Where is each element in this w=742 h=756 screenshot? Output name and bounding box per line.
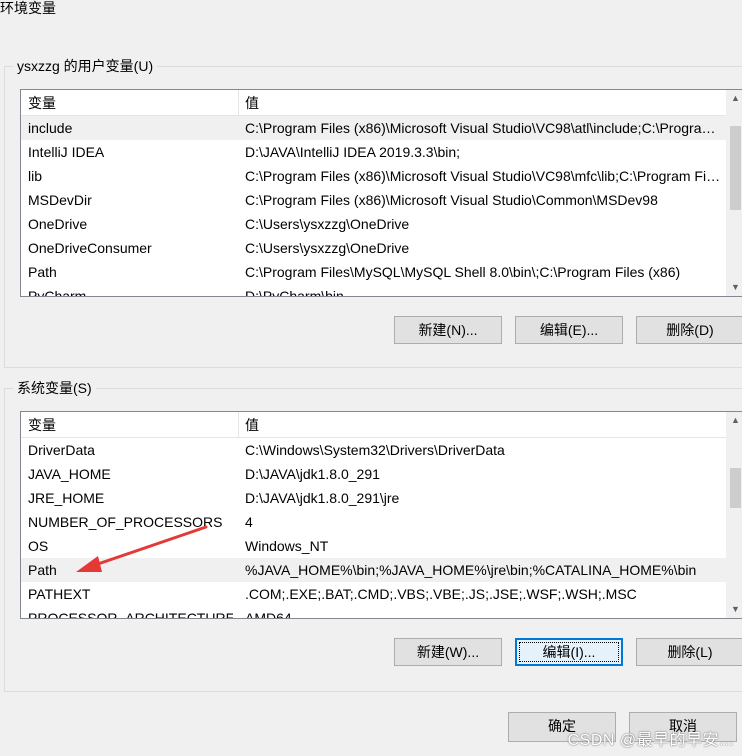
user-variable-name: MSDevDir xyxy=(28,192,92,208)
system-variable-value: D:\JAVA\jdk1.8.0_291 xyxy=(245,466,380,482)
system-variables-list[interactable]: 变量 值 DriverData C:\Windows\System32\Drive… xyxy=(20,411,742,619)
scroll-up-icon[interactable]: ▲ xyxy=(727,90,742,107)
table-row[interactable]: include C:\Program Files (x86)\Microsoft … xyxy=(21,116,726,140)
user-variable-name: IntelliJ IDEA xyxy=(28,144,105,160)
system-list-scrollbar[interactable]: ▲ ▼ xyxy=(726,412,742,618)
system-edit-button[interactable]: 编辑(I)... xyxy=(515,638,623,666)
user-variable-name: Path xyxy=(28,264,57,280)
system-variable-value: C:\Windows\System32\Drivers\DriverData xyxy=(245,442,505,458)
table-row[interactable]: Path %JAVA_HOME%\bin;%JAVA_HOME%\jre\bin;… xyxy=(21,558,726,582)
system-variables-group: 系统变量(S) 变量 值 DriverData C:\Windows\System… xyxy=(4,379,742,692)
table-row[interactable]: OneDrive C:\Users\ysxzzg\OneDrive xyxy=(21,212,726,236)
system-variables-label: 系统变量(S) xyxy=(13,379,96,397)
user-variable-name: include xyxy=(28,120,73,136)
table-row[interactable]: DriverData C:\Windows\System32\Drivers\Dr… xyxy=(21,438,726,462)
user-variable-value: C:\Program Files (x86)\Microsoft Visual … xyxy=(245,168,723,184)
system-variable-name: JRE_HOME xyxy=(28,490,105,506)
table-row[interactable]: IntelliJ IDEA D:\JAVA\IntelliJ IDEA 2019.… xyxy=(21,140,726,164)
system-variable-value: AMD64 xyxy=(245,610,292,619)
scroll-down-icon[interactable]: ▼ xyxy=(727,279,742,296)
scrollbar-thumb[interactable] xyxy=(730,126,741,210)
user-variable-value: C:\Users\ysxzzg\OneDrive xyxy=(245,216,410,232)
scroll-up-icon[interactable]: ▲ xyxy=(727,412,742,429)
scroll-down-icon[interactable]: ▼ xyxy=(727,601,742,618)
watermark: CSDN @最早的早安... xyxy=(567,732,734,749)
list-header: 变量 值 xyxy=(21,412,742,438)
table-row[interactable]: Path C:\Program Files\MySQL\MySQL Shell 8… xyxy=(21,260,726,284)
window-title: 环境变量 xyxy=(0,0,56,16)
user-variable-value: D:\PyCharm\bin xyxy=(245,288,344,297)
user-delete-button[interactable]: 删除(D) xyxy=(636,316,742,344)
user-variable-value: C:\Program Files (x86)\Microsoft Visual … xyxy=(245,192,658,208)
table-row[interactable]: NUMBER_OF_PROCESSORS 4 xyxy=(21,510,726,534)
system-variables-rows: DriverData C:\Windows\System32\Drivers\Dr… xyxy=(21,438,726,619)
user-variable-name: OneDriveConsumer xyxy=(28,240,152,256)
table-row[interactable]: JRE_HOME D:\JAVA\jdk1.8.0_291\jre xyxy=(21,486,726,510)
system-new-button[interactable]: 新建(W)... xyxy=(394,638,502,666)
user-variables-label: ysxzzg 的用户变量(U) xyxy=(13,57,158,75)
environment-variables-dialog: 环境变量 ysxzzg 的用户变量(U) 变量 值 include C:\Prog… xyxy=(0,0,742,756)
user-list-scrollbar[interactable]: ▲ ▼ xyxy=(726,90,742,296)
system-variable-value: 4 xyxy=(245,514,253,530)
user-variable-name: lib xyxy=(28,168,43,184)
user-variable-value: C:\Users\ysxzzg\OneDrive xyxy=(245,240,410,256)
table-row[interactable]: MSDevDir C:\Program Files (x86)\Microsoft… xyxy=(21,188,726,212)
table-row[interactable]: OS Windows_NT xyxy=(21,534,726,558)
system-variable-value: D:\JAVA\jdk1.8.0_291\jre xyxy=(245,490,400,506)
user-variable-name: OneDrive xyxy=(28,216,88,232)
table-row[interactable]: PyCharm D:\PyCharm\bin xyxy=(21,284,726,297)
table-row[interactable]: OneDriveConsumer C:\Users\ysxzzg\OneDrive xyxy=(21,236,726,260)
system-variable-name: DriverData xyxy=(28,442,95,458)
system-variable-name: Path xyxy=(28,562,57,578)
user-variables-rows: include C:\Program Files (x86)\Microsoft … xyxy=(21,116,726,297)
table-row[interactable]: PATHEXT .COM;.EXE;.BAT;.CMD;.VBS;.VBE;.JS… xyxy=(21,582,726,606)
column-header-value[interactable]: 值 xyxy=(238,412,725,437)
system-variable-value: .COM;.EXE;.BAT;.CMD;.VBS;.VBE;.JS;.JSE;.… xyxy=(245,586,637,602)
column-header-variable[interactable]: 变量 xyxy=(21,90,239,115)
user-edit-button[interactable]: 编辑(E)... xyxy=(515,316,623,344)
table-row[interactable]: PROCESSOR_ARCHITECTURE AMD64 xyxy=(21,606,726,619)
system-variable-name: NUMBER_OF_PROCESSORS xyxy=(28,514,223,530)
list-header: 变量 值 xyxy=(21,90,742,116)
column-header-variable[interactable]: 变量 xyxy=(21,412,239,437)
system-variable-name: OS xyxy=(28,538,49,554)
user-variable-value: D:\JAVA\IntelliJ IDEA 2019.3.3\bin; xyxy=(245,144,461,160)
table-row[interactable]: JAVA_HOME D:\JAVA\jdk1.8.0_291 xyxy=(21,462,726,486)
user-variables-list[interactable]: 变量 值 include C:\Program Files (x86)\Micro… xyxy=(20,89,742,297)
system-variable-name: PROCESSOR_ARCHITECTURE xyxy=(28,610,233,619)
user-new-button[interactable]: 新建(N)... xyxy=(394,316,502,344)
system-variable-value: %JAVA_HOME%\bin;%JAVA_HOME%\jre\bin;%CAT… xyxy=(245,562,697,578)
user-variable-value: C:\Program Files (x86)\Microsoft Visual … xyxy=(245,120,723,136)
scrollbar-thumb[interactable] xyxy=(730,468,741,508)
table-row[interactable]: lib C:\Program Files (x86)\Microsoft Visu… xyxy=(21,164,726,188)
system-variable-name: JAVA_HOME xyxy=(28,466,111,482)
user-variables-group: ysxzzg 的用户变量(U) 变量 值 include C:\Program F… xyxy=(4,57,742,368)
user-variable-value: C:\Program Files\MySQL\MySQL Shell 8.0\b… xyxy=(245,264,681,280)
column-header-value[interactable]: 值 xyxy=(238,90,725,115)
focus-rectangle xyxy=(519,642,619,662)
system-delete-button[interactable]: 删除(L) xyxy=(636,638,742,666)
user-variable-name: PyCharm xyxy=(28,288,87,297)
system-variable-name: PATHEXT xyxy=(28,586,91,602)
system-variable-value: Windows_NT xyxy=(245,538,329,554)
